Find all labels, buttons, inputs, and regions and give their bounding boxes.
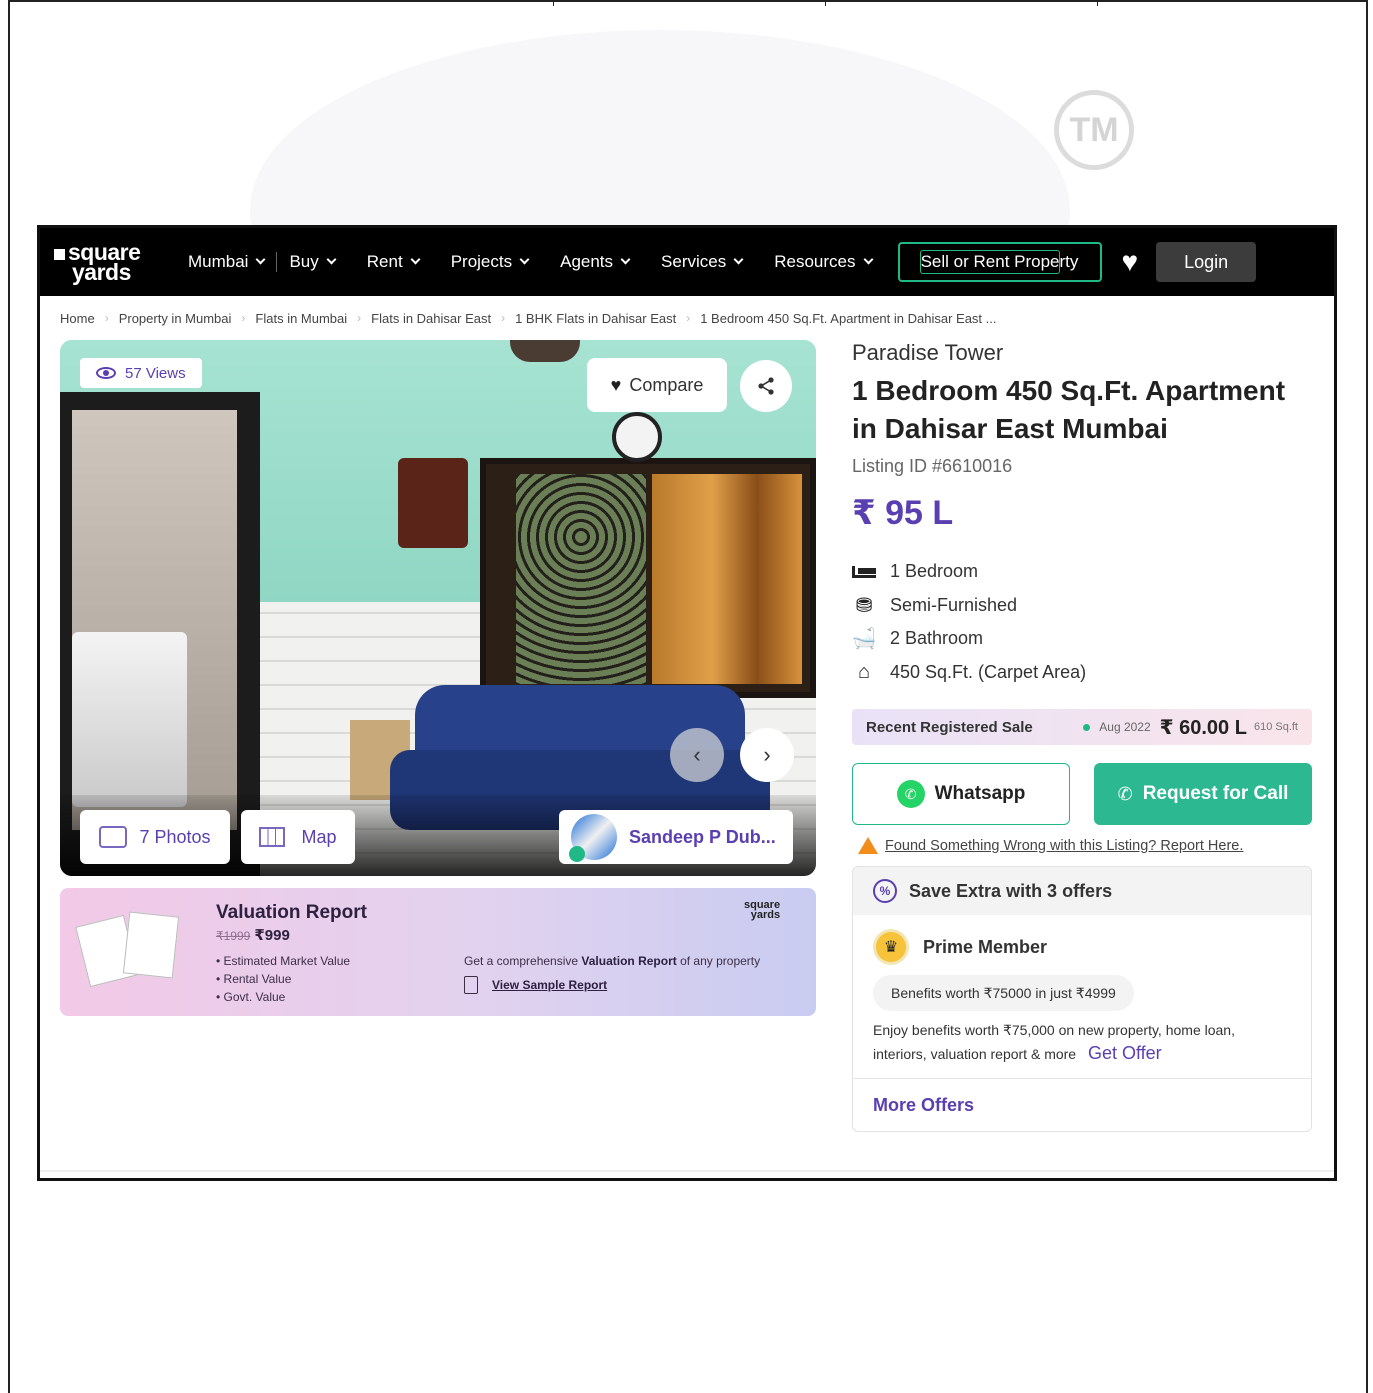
compare-button[interactable]: ♥ Compare [587,358,727,412]
request-call-button[interactable]: ✆ Request for Call [1094,763,1312,825]
offers-panel: % Save Extra with 3 offers ♛ Prime Membe… [852,866,1312,1132]
property-photo-gallery[interactable]: 57 Views ♥ Compare ‹ › 7 Photos Map Sand… [60,340,816,876]
top-navbar: square yards Mumbai Buy Rent Projects Ag… [40,228,1334,296]
chevron-down-icon [733,254,744,265]
recent-registered-sale[interactable]: Recent Registered Sale Aug 2022 ₹ 60.00 … [852,709,1312,745]
chevron-down-icon [256,254,266,265]
property-price: ₹ 95 L [852,494,954,532]
more-offers-link[interactable]: More Offers [853,1079,1311,1131]
whatsapp-button[interactable]: ✆ Whatsapp [852,763,1070,825]
map-button[interactable]: Map [241,810,355,864]
feature-bedroom: 1 Bedroom [852,555,1312,589]
prime-benefits-chip: Benefits worth ₹75000 in just ₹4999 [873,975,1134,1011]
sell-rent-property-button[interactable]: Sell or Rent Property [897,242,1102,282]
breadcrumb-current: 1 Bedroom 450 Sq.Ft. Apartment in Dahisa… [700,310,997,326]
bathtub-icon: 🛁 [851,628,877,651]
valuation-title: Valuation Report [216,902,367,923]
breadcrumb-flats-mumbai[interactable]: Flats in Mumbai [255,311,347,326]
chevron-down-icon [863,254,873,265]
view-sample-report-link[interactable]: View Sample Report [464,976,607,994]
heart-icon[interactable]: ♥ [1122,246,1139,278]
valuation-features: Estimated Market Value Rental Value Govt… [216,952,351,1006]
breadcrumb: Home › Property in Mumbai › Flats in Mumba… [60,310,997,326]
feature-area: ⌂ 450 Sq.Ft. (Carpet Area) [852,656,1312,690]
nav-buy[interactable]: Buy [289,252,337,272]
status-dot [1083,723,1091,731]
next-photo-button[interactable]: › [740,728,794,782]
page-title: 1 Bedroom 450 Sq.Ft. Apartment in Dahisa… [852,375,1286,444]
eye-icon [96,367,116,379]
nav-agents[interactable]: Agents [560,252,631,272]
chevron-down-icon [519,254,530,265]
square-yards-small-logo: square yards [744,899,781,921]
nav-city-mumbai[interactable]: Mumbai [188,252,278,272]
feature-furnishing: ⛃ Semi-Furnished [852,589,1312,623]
report-listing-link[interactable]: Found Something Wrong with this Listing?… [852,837,1312,854]
prime-member-offer: ♛ Prime Member Benefits worth ₹75000 in … [853,915,1311,1079]
discount-icon: % [873,879,897,903]
offers-heading: % Save Extra with 3 offers [853,867,1311,915]
divider [40,1170,1334,1172]
nav-resources[interactable]: Resources [774,252,873,272]
photo-icon [99,826,128,848]
valuation-report-banner[interactable]: Valuation Report ₹1999₹999 Estimated Mar… [60,888,816,1016]
nav-rent[interactable]: Rent [367,252,421,272]
breadcrumb-flats-dahisar-east[interactable]: Flats in Dahisar East [371,311,491,326]
nav-projects[interactable]: Projects [451,252,530,272]
valuation-description: Get a comprehensive Valuation Report of … [464,954,761,968]
listing-id: Listing ID #6610016 [852,456,1013,476]
heart-icon: ♥ [610,374,622,395]
property-details: Paradise Tower 1 Bedroom 450 Sq.Ft. Apar… [852,340,1312,1132]
share-icon [758,377,774,395]
square-yards-logo[interactable]: square yards [54,241,178,284]
phone-icon: ✆ [1117,783,1133,804]
chevron-right-icon: › [763,742,771,767]
previous-photo-button[interactable]: ‹ [670,728,724,782]
views-count-badge: 57 Views [80,358,202,388]
agent-avatar [569,814,617,862]
breadcrumb-home[interactable]: Home [60,311,95,326]
valuation-price: ₹1999 ₹999 [216,927,290,944]
contact-actions: ✆ Whatsapp ✆ Request for Call [852,763,1312,825]
crown-icon: ♛ [873,929,909,965]
bed-icon [852,561,876,583]
report-documents-illustration [75,911,182,988]
project-name[interactable]: Paradise Tower [852,340,1312,366]
map-icon [259,827,286,847]
warning-icon [858,837,878,854]
armchair-icon: ⛃ [855,594,873,617]
home-icon: ⌂ [857,660,871,683]
whatsapp-icon: ✆ [896,780,925,808]
agent-button[interactable]: Sandeep P Dub... [559,810,793,864]
trademark-mark: TM [1054,90,1134,170]
nav-services[interactable]: Services [661,252,744,272]
breadcrumb-1bhk-dahisar-east[interactable]: 1 BHK Flats in Dahisar East [515,311,676,326]
document-icon [464,976,478,994]
breadcrumb-property-mumbai[interactable]: Property in Mumbai [119,311,232,326]
share-button[interactable] [740,360,792,412]
chevron-down-icon [410,254,421,265]
property-features: 1 Bedroom ⛃ Semi-Furnished 🛁 2 Bathroom … [852,555,1312,689]
prime-description: Enjoy benefits worth ₹75,000 on new prop… [873,1022,1235,1063]
chevron-down-icon [620,254,631,265]
webpage-screenshot: square yards Mumbai Buy Rent Projects Ag… [37,225,1337,1181]
chevron-down-icon [326,254,337,265]
get-offer-link[interactable]: Get Offer [1088,1043,1162,1063]
feature-bathroom: 🛁 2 Bathroom [851,628,984,651]
chevron-left-icon: ‹ [693,742,701,767]
login-button[interactable]: Login [1156,242,1257,282]
photos-button[interactable]: 7 Photos [80,810,230,864]
